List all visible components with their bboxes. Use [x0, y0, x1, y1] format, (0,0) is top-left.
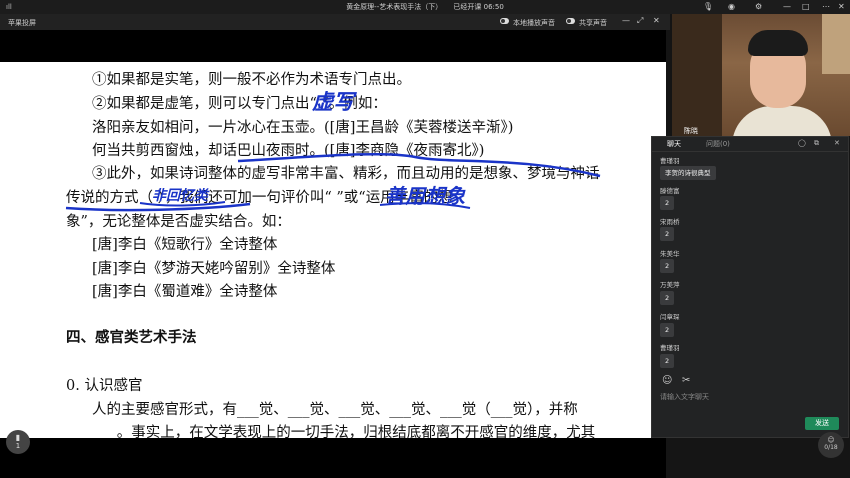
- chat-sender: 万美萍: [660, 281, 680, 289]
- chat-message: 2: [660, 291, 675, 305]
- share-audio-toggle[interactable]: [566, 18, 575, 24]
- chat-message: 2: [660, 196, 675, 210]
- background-shelf: [672, 14, 722, 136]
- maximize-button[interactable]: □: [802, 2, 810, 11]
- emoji-icon[interactable]: ☺: [662, 375, 672, 386]
- window-title: 黄金原理--艺术表现手法（下）: [346, 3, 443, 11]
- title-bar: ıll 黄金原理--艺术表现手法（下） 已经开课 06:50 🎙 ◉ ⚙ — □…: [0, 0, 850, 14]
- window-title-row: 黄金原理--艺术表现手法（下） 已经开课 06:50: [0, 2, 850, 12]
- background-lamp: [822, 14, 850, 74]
- screen-share-bar: 苹果投屏 本地播放声音 共享声音 — ⤢ ✕: [0, 14, 670, 30]
- popout-icon[interactable]: ⧉: [814, 139, 819, 148]
- handwritten-strokes: [65, 152, 601, 212]
- shared-document: ①如果都是实笔，则一般不必作为术语专门点出。 ②如果都是虚笔，则可以专门点出“ …: [0, 62, 666, 438]
- page-indicator[interactable]: ▮ 1: [6, 430, 30, 454]
- send-button[interactable]: 发送: [805, 417, 839, 430]
- teacher-camera-view: 陈晓: [672, 14, 850, 136]
- chat-message: 2: [660, 323, 675, 337]
- close-icon[interactable]: ✕: [834, 139, 840, 147]
- chat-input[interactable]: 请输入文字聊天: [660, 392, 709, 402]
- minimize-button[interactable]: —: [783, 2, 791, 11]
- chat-message: 2: [660, 354, 675, 368]
- class-status: 已经开课 06:50: [453, 3, 504, 11]
- chat-tabs: 聊天 问题(0) ◯ ⧉ ✕: [652, 137, 848, 152]
- teacher-hair: [748, 30, 808, 56]
- more-icon[interactable]: ⋯: [822, 2, 830, 11]
- page-icon: ▮: [15, 433, 21, 442]
- camera-name-label: 陈晓: [684, 127, 698, 135]
- tab-question[interactable]: 问题(0): [706, 139, 730, 149]
- chat-message: 2: [660, 227, 675, 241]
- chat-sender: 曹瑾羽: [660, 344, 680, 352]
- tab-chat[interactable]: 聊天: [667, 139, 681, 149]
- chat-sender: 闫章琛: [660, 313, 680, 321]
- local-audio-label: 本地播放声音: [513, 19, 555, 27]
- shared-screen-top-margin: [0, 30, 666, 62]
- chat-message: 李贺的诗很典型: [660, 166, 716, 180]
- share-audio-label: 共享声音: [579, 19, 607, 27]
- share-label: 苹果投屏: [8, 19, 36, 27]
- chat-panel: 聊天 问题(0) ◯ ⧉ ✕ 曹瑾羽 李贺的诗很典型 滕德富 2 宋雨桥 2 朱…: [651, 136, 849, 438]
- counter-value: 0/18: [824, 444, 838, 451]
- speech-bubble-icon[interactable]: ◯: [798, 139, 806, 147]
- scissors-icon[interactable]: ✂: [682, 375, 690, 386]
- share-maximize-button[interactable]: ⤢: [637, 16, 643, 26]
- settings-icon[interactable]: ⚙: [755, 2, 762, 11]
- mic-icon[interactable]: 🎙: [703, 2, 713, 11]
- page-number: 1: [15, 442, 21, 450]
- share-close-button[interactable]: ✕: [653, 16, 660, 25]
- teacher-shirt: [732, 106, 832, 136]
- speaker-icon[interactable]: ◉: [728, 2, 735, 11]
- local-audio-toggle[interactable]: [500, 18, 509, 24]
- chat-sender: 曹瑾羽: [660, 157, 680, 165]
- chat-sender: 宋雨桥: [660, 218, 680, 226]
- participant-counter[interactable]: ☺ 0/18: [818, 432, 844, 458]
- chat-sender: 朱美华: [660, 250, 680, 258]
- share-minimize-button[interactable]: —: [622, 16, 630, 25]
- chat-sender: 滕德富: [660, 187, 680, 195]
- person-icon: ☺: [827, 436, 835, 444]
- close-button[interactable]: ✕: [838, 2, 845, 11]
- chat-message: 2: [660, 259, 675, 273]
- shared-screen-bottom-margin: [0, 438, 666, 478]
